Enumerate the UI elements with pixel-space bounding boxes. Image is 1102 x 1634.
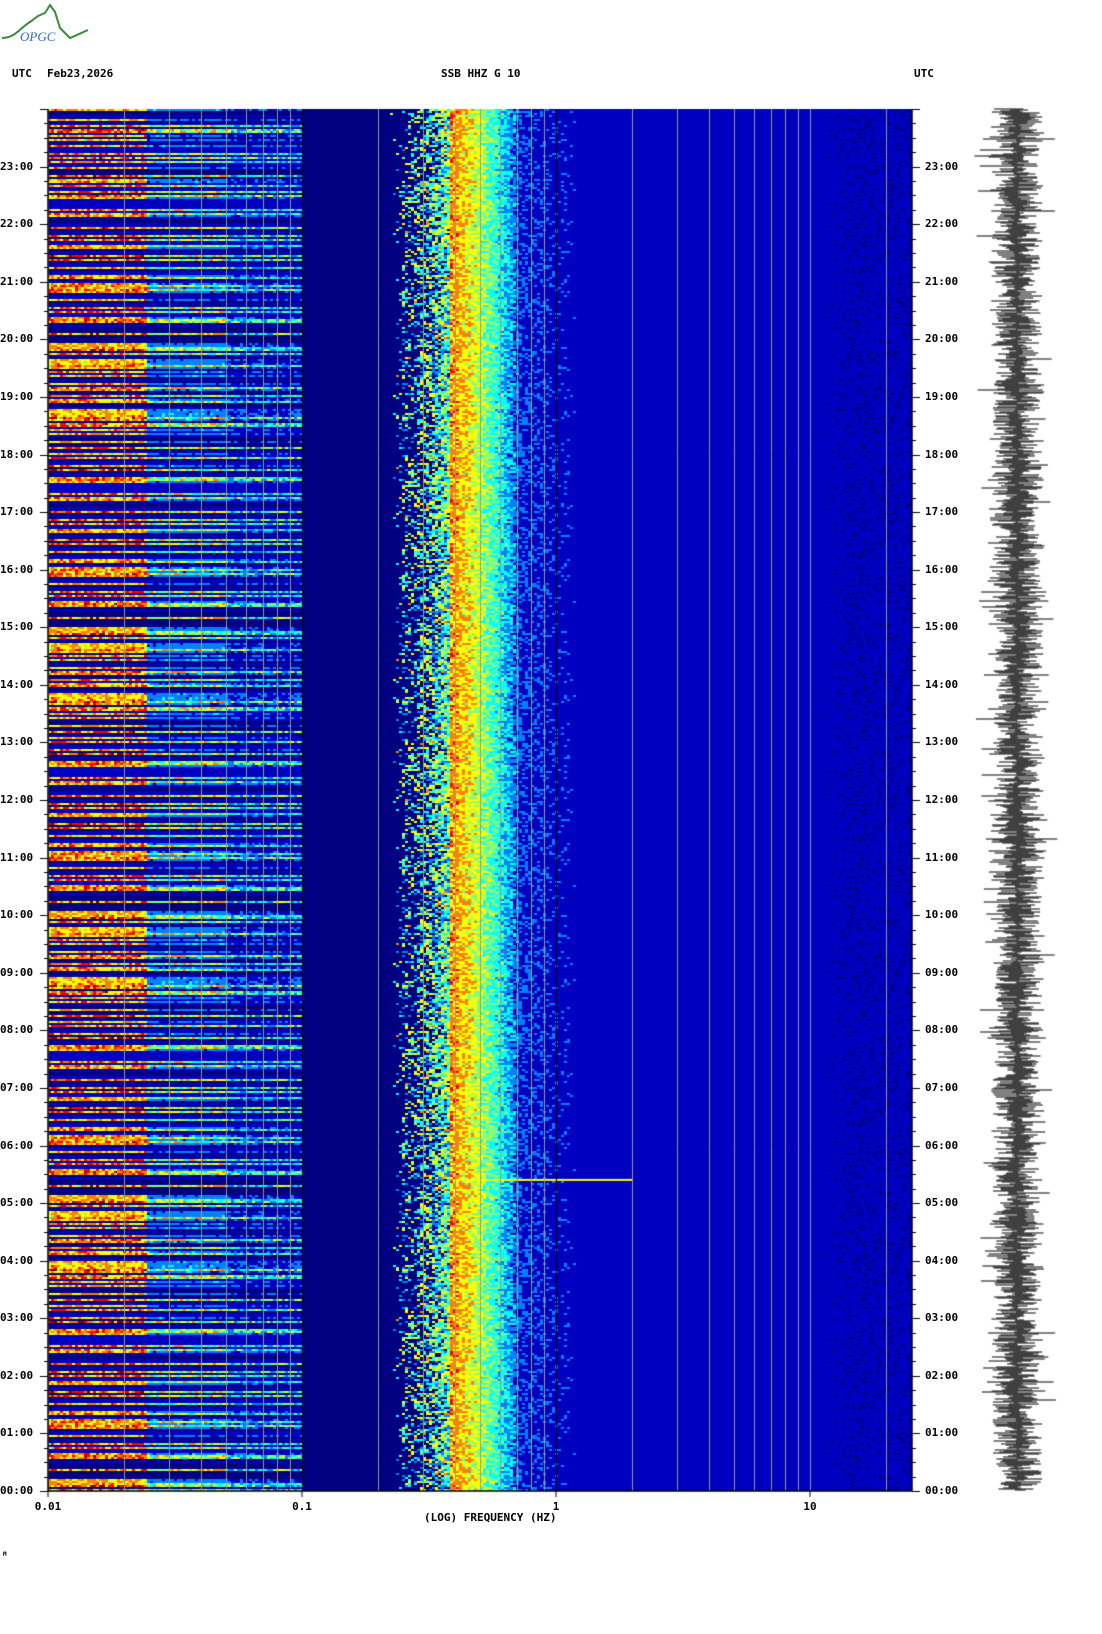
y-tick-label-right: 11:00	[925, 850, 959, 864]
y-tick-label-right: 05:00	[925, 1196, 959, 1210]
y-tick-label-right: 13:00	[925, 735, 959, 749]
y-tick-label-right: 17:00	[925, 505, 959, 519]
spectrogram-heatmap	[0, 0, 1102, 1634]
right-timezone: UTC	[914, 67, 934, 80]
y-tick-label-left: 15:00	[0, 620, 34, 634]
y-tick-label-right: 09:00	[925, 965, 959, 979]
y-tick-label-left: 20:00	[0, 332, 34, 346]
opgc-logo: OPGC	[1, 3, 89, 44]
y-tick-label-left: 01:00	[0, 1426, 34, 1440]
footer-mark: M	[3, 1551, 7, 1558]
y-tick-label-right: 15:00	[925, 620, 959, 634]
y-tick-label-right: 20:00	[925, 332, 959, 346]
x-tick-label: 10	[803, 1500, 817, 1513]
left-timezone: UTC	[12, 67, 32, 80]
station-label: SSB HHZ G 10	[441, 67, 521, 80]
y-tick-label-left: 23:00	[0, 159, 34, 173]
y-tick-label-left: 11:00	[0, 850, 34, 864]
y-tick-label-left: 14:00	[0, 677, 34, 691]
y-tick-label-right: 10:00	[925, 908, 959, 922]
y-tick-label-left: 06:00	[0, 1138, 34, 1152]
y-tick-label-right: 23:00	[925, 159, 959, 173]
y-tick-label-right: 03:00	[925, 1311, 959, 1325]
y-tick-label-right: 22:00	[925, 217, 959, 231]
y-tick-label-right: 18:00	[925, 447, 959, 461]
y-tick-label-left: 08:00	[0, 1023, 34, 1037]
x-tick-label: 0.1	[292, 1500, 312, 1513]
y-tick-label-left: 18:00	[0, 447, 34, 461]
y-tick-label-left: 00:00	[0, 1484, 34, 1497]
y-tick-label-right: 14:00	[925, 677, 959, 691]
y-tick-label-left: 21:00	[0, 274, 34, 288]
y-tick-label-right: 12:00	[925, 793, 959, 806]
y-tick-label-right: 07:00	[925, 1080, 959, 1094]
x-axis-label: (LOG) FREQUENCY (HZ)	[424, 1511, 557, 1524]
y-tick-label-right: 21:00	[925, 274, 959, 288]
y-tick-label-left: 16:00	[0, 562, 34, 576]
y-tick-label-right: 06:00	[925, 1138, 959, 1152]
y-tick-label-left: 05:00	[0, 1196, 34, 1210]
date-label: Feb23,2026	[47, 67, 114, 80]
y-tick-label-left: 13:00	[0, 735, 34, 749]
y-tick-label-left: 19:00	[0, 389, 34, 403]
y-tick-label-right: 04:00	[925, 1253, 959, 1267]
y-tick-label-right: 08:00	[925, 1023, 959, 1037]
y-tick-label-right: 01:00	[925, 1426, 959, 1440]
y-tick-label-left: 03:00	[0, 1311, 34, 1325]
y-tick-label-left: 12:00	[0, 793, 34, 806]
svg-text:OPGC: OPGC	[20, 29, 56, 44]
y-tick-label-right: 00:00	[925, 1484, 959, 1497]
y-tick-label-left: 02:00	[0, 1368, 34, 1382]
y-tick-label-left: 10:00	[0, 908, 34, 922]
y-tick-label-left: 22:00	[0, 217, 34, 231]
y-tick-label-left: 04:00	[0, 1253, 34, 1267]
y-tick-label-left: 07:00	[0, 1080, 34, 1094]
x-tick-label: 0.01	[34, 1500, 62, 1513]
y-tick-label-right: 19:00	[925, 389, 959, 403]
y-tick-label-right: 16:00	[925, 562, 959, 576]
y-tick-label-left: 09:00	[0, 965, 34, 979]
y-tick-label-left: 17:00	[0, 505, 34, 519]
y-tick-label-right: 02:00	[925, 1368, 959, 1382]
